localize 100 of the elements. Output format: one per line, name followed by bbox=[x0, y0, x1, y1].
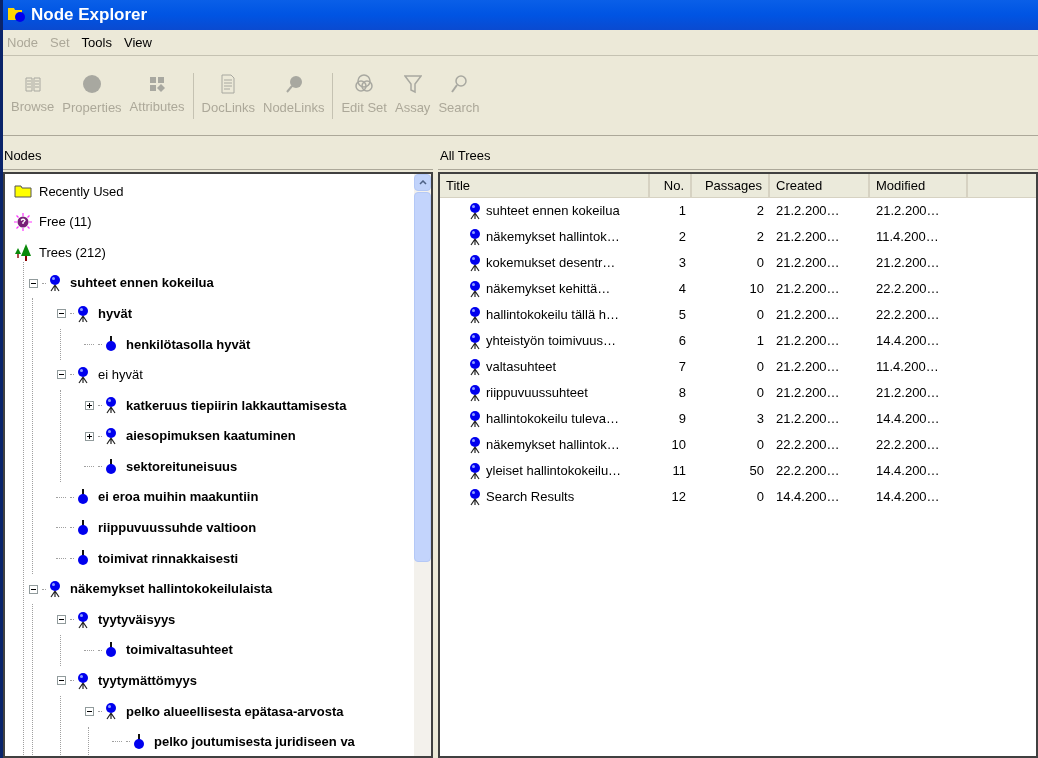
tree-icon bbox=[468, 228, 482, 246]
node-icon bbox=[77, 489, 89, 506]
table-cell-text: 6 bbox=[678, 332, 686, 351]
tree-item[interactable]: henkilötasolla hyvät bbox=[126, 334, 251, 354]
table-cell-text: 22.2.200… bbox=[876, 306, 940, 325]
tree-item[interactable]: pelko alueellisesta epätasa-arvosta bbox=[126, 701, 344, 722]
table-cell[interactable]: hallintokokeilu tällä h… bbox=[486, 305, 619, 325]
collapse-toggle[interactable] bbox=[56, 370, 66, 380]
pin-icon bbox=[284, 73, 303, 94]
table-cell[interactable]: suhteet ennen kokeilua bbox=[486, 201, 620, 221]
tree-item[interactable]: ei eroa muihin maakuntiin bbox=[98, 487, 259, 507]
column-header[interactable]: Created bbox=[770, 174, 870, 197]
tree-icon bbox=[468, 462, 482, 480]
pane-header: Nodes bbox=[3, 142, 433, 170]
table-cell-text: 0 bbox=[756, 254, 764, 273]
table-cell-text: 22.2.200… bbox=[776, 436, 840, 455]
tree-item[interactable]: hyvät bbox=[98, 303, 132, 324]
tree-icon bbox=[468, 202, 482, 220]
expand-toggle[interactable] bbox=[84, 431, 94, 441]
node-icon bbox=[77, 550, 89, 567]
tree-item[interactable]: Recently Used bbox=[39, 181, 124, 202]
table-cell[interactable]: näkemykset hallintok… bbox=[486, 435, 620, 455]
collapse-toggle[interactable] bbox=[56, 309, 66, 319]
tree-item[interactable]: toimivat rinnakkaisesti bbox=[98, 548, 239, 569]
table-cell-text: 14.4.200… bbox=[876, 462, 940, 481]
collapse-toggle[interactable] bbox=[56, 676, 66, 686]
collapse-toggle[interactable] bbox=[84, 706, 94, 716]
tree-item[interactable]: suhteet ennen kokeilua bbox=[70, 273, 214, 293]
table-cell-text: 21.2.200… bbox=[776, 384, 840, 403]
scroll-up-button[interactable] bbox=[414, 174, 431, 191]
table-cell-text: 2 bbox=[678, 228, 686, 247]
tree-item[interactable]: Free (11) bbox=[39, 212, 92, 232]
tree-icon bbox=[468, 410, 482, 428]
table-cell-text: 21.2.200… bbox=[776, 254, 840, 273]
folder-icon bbox=[14, 184, 32, 199]
tree-icon bbox=[468, 384, 482, 402]
node-icon bbox=[105, 642, 117, 659]
collapse-toggle[interactable] bbox=[28, 278, 38, 288]
table-cell[interactable]: hallintokokeilu tuleva… bbox=[486, 409, 619, 429]
node-icon bbox=[77, 519, 89, 536]
table-cell-text: 22.2.200… bbox=[876, 436, 940, 455]
tree-item[interactable]: pelko joutumisesta juridiseen va bbox=[154, 732, 355, 752]
table-cell-text: 3 bbox=[756, 410, 764, 429]
app-icon bbox=[7, 6, 27, 24]
table-cell-text: 2 bbox=[756, 228, 764, 247]
node-icon bbox=[105, 336, 117, 353]
table-cell-text: 2 bbox=[756, 202, 764, 221]
table-cell-text: 14.4.200… bbox=[876, 410, 940, 429]
tree-item[interactable]: riippuvuussuhde valtioon bbox=[98, 518, 257, 538]
table-cell[interactable]: yhteistyön toimivuus… bbox=[486, 331, 617, 351]
tree-item[interactable]: tyytyväisyys bbox=[98, 609, 176, 630]
column-header[interactable]: Modified bbox=[870, 174, 968, 197]
trees-icon bbox=[14, 243, 32, 262]
table-cell-text: 3 bbox=[678, 254, 686, 273]
table-cell-text: 12 bbox=[671, 488, 686, 507]
table-cell-text: 14.4.200… bbox=[876, 332, 940, 351]
table-cell-text: 7 bbox=[678, 358, 686, 377]
table-cell[interactable]: Search Results bbox=[486, 487, 575, 507]
tree-item[interactable]: toimivaltasuhteet bbox=[126, 640, 233, 660]
table-cell-text: 21.2.200… bbox=[776, 202, 840, 221]
tree-item[interactable]: ei hyvät bbox=[98, 365, 143, 385]
tree-item[interactable]: tyytymättömyys bbox=[98, 671, 197, 691]
scrollbar[interactable] bbox=[414, 174, 431, 756]
menu-item[interactable]: View bbox=[123, 32, 152, 53]
column-header[interactable]: Passages bbox=[692, 174, 770, 197]
table-cell-text: 1 bbox=[756, 332, 764, 351]
tree-icon bbox=[468, 436, 482, 454]
table-cell-text: 11.4.200… bbox=[876, 228, 939, 247]
filter-icon bbox=[403, 73, 422, 94]
table-cell-text: 1 bbox=[678, 202, 686, 221]
table-cell-text: 21.2.200… bbox=[776, 228, 840, 247]
table-cell-text: 21.2.200… bbox=[776, 358, 840, 377]
collapse-toggle[interactable] bbox=[28, 584, 38, 594]
table-cell-text: 11.4.200… bbox=[876, 358, 939, 377]
tree-icon bbox=[468, 488, 482, 506]
tree-item[interactable]: katkeruus tiepiirin lakkauttamisesta bbox=[126, 395, 347, 416]
table-cell[interactable]: kokemukset desentr… bbox=[486, 253, 616, 273]
menu-item[interactable]: Tools bbox=[81, 32, 112, 53]
table-cell-text: 0 bbox=[756, 436, 764, 455]
table-cell[interactable]: näkemykset hallintok… bbox=[486, 227, 620, 247]
tree-item[interactable]: Trees (212) bbox=[39, 242, 106, 263]
book-icon bbox=[23, 74, 42, 93]
table-cell-text: 21.2.200… bbox=[776, 306, 840, 325]
table-cell[interactable]: valtasuhteet bbox=[486, 357, 557, 377]
node-icon bbox=[133, 734, 145, 750]
column-header[interactable]: No. bbox=[650, 174, 692, 197]
table-cell[interactable]: riippuvuussuhteet bbox=[486, 383, 588, 403]
tree-item[interactable]: sektoreituneisuus bbox=[126, 456, 238, 477]
table-cell-text: 14.4.200… bbox=[776, 488, 840, 507]
search-icon bbox=[449, 73, 468, 94]
tree-item[interactable]: näkemykset hallintokokeilulaista bbox=[70, 579, 273, 599]
column-header[interactable]: Title bbox=[440, 174, 650, 197]
tree-item[interactable]: aiesopimuksen kaatuminen bbox=[126, 426, 296, 446]
expand-toggle[interactable] bbox=[84, 400, 94, 410]
collapse-toggle[interactable] bbox=[56, 615, 66, 625]
scroll-thumb[interactable] bbox=[414, 192, 431, 562]
tree-icon bbox=[468, 332, 482, 350]
node-tripod-icon bbox=[104, 427, 118, 446]
table-cell[interactable]: yleiset hallintokokeilu… bbox=[486, 461, 622, 481]
table-cell[interactable]: näkemykset kehittä… bbox=[486, 279, 611, 299]
